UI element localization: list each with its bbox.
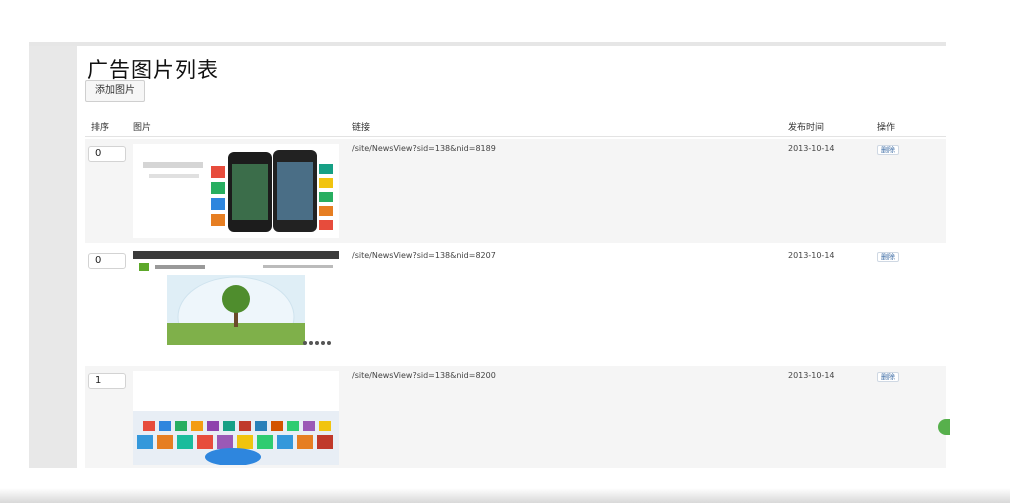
- content-area: 广告图片列表 添加图片 排序 图片 链接 发布时间 操作 0 /site/New…: [85, 46, 946, 468]
- ad-image: [133, 371, 339, 465]
- bottom-shadow: [0, 488, 1010, 503]
- link-url[interactable]: /site/NewsView?sid=138&nid=8189: [352, 144, 496, 153]
- tree-landscape-banner-icon: [133, 251, 339, 345]
- header-sort: 排序: [91, 123, 110, 133]
- publish-date: 2013-10-14: [788, 371, 835, 380]
- publish-date: 2013-10-14: [788, 251, 835, 260]
- delete-button[interactable]: 删除: [877, 252, 899, 262]
- table-header-divider: [85, 136, 946, 137]
- app-icons-grid-banner-icon: [133, 371, 339, 465]
- table-row: 0: [85, 139, 946, 243]
- add-image-button[interactable]: 添加图片: [85, 80, 145, 102]
- header-image: 图片: [133, 123, 152, 133]
- publish-date: 2013-10-14: [788, 144, 835, 153]
- table-row: 1 /site/NewsView?sid=138&nid=8200 2013-1…: [85, 366, 946, 468]
- header-time: 发布时间: [788, 123, 825, 133]
- phone-app-banner-icon: [133, 144, 339, 238]
- left-sidebar: [29, 46, 77, 468]
- delete-button[interactable]: 删除: [877, 145, 899, 155]
- link-url[interactable]: /site/NewsView?sid=138&nid=8200: [352, 371, 496, 380]
- sort-input[interactable]: 0: [88, 146, 126, 162]
- ad-image: [133, 251, 339, 345]
- sort-input[interactable]: 1: [88, 373, 126, 389]
- delete-button[interactable]: 删除: [877, 372, 899, 382]
- header-action: 操作: [877, 123, 896, 133]
- sort-input[interactable]: 0: [88, 253, 126, 269]
- main-frame: 广告图片列表 添加图片 排序 图片 链接 发布时间 操作 0 /site/New…: [29, 42, 946, 468]
- header-link: 链接: [352, 123, 371, 133]
- link-url[interactable]: /site/NewsView?sid=138&nid=8207: [352, 251, 496, 260]
- table-row: 0: [85, 246, 946, 350]
- ad-image: [133, 144, 339, 238]
- scroll-top-icon[interactable]: [938, 419, 950, 435]
